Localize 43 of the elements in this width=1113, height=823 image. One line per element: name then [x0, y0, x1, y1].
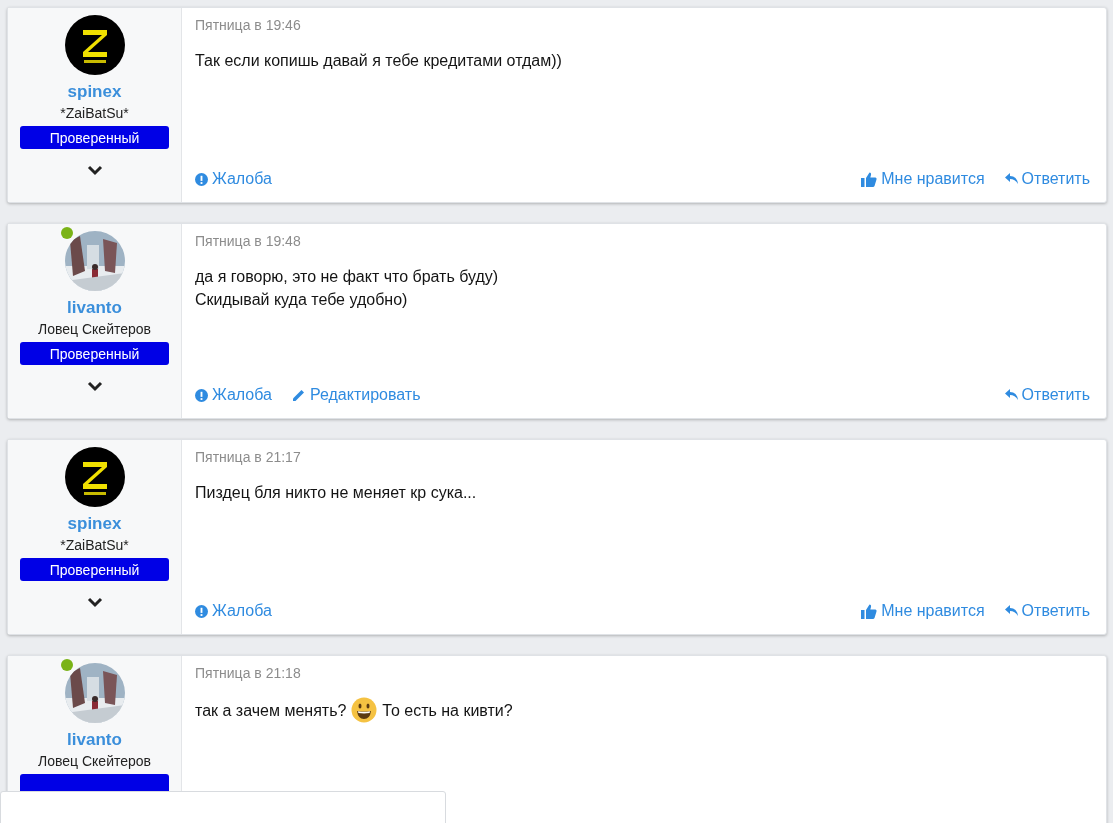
like-link[interactable]: Мне нравится: [861, 602, 985, 620]
author-name[interactable]: spinex: [67, 82, 122, 102]
chevron-down-icon[interactable]: [86, 165, 103, 176]
verified-badge: Проверенный: [20, 558, 169, 581]
author-title: Ловец Скейтеров: [38, 321, 151, 337]
verified-badge: Проверенный: [20, 126, 169, 149]
thumbs-up-icon: [861, 603, 878, 619]
message-text: Скидывай куда тебе удобно): [195, 290, 408, 310]
post-date: Пятница в 19:48: [195, 233, 302, 249]
reply-link[interactable]: Ответить: [1004, 386, 1090, 404]
message-text: Так если копишь давай я тебе кредитами отдам)): [195, 51, 562, 71]
reply-icon: [1004, 173, 1018, 185]
message-text: Пиздец бля никто не меняет кр сука...: [195, 483, 477, 503]
author-title: *ZaiBatSu*: [60, 537, 129, 553]
author-title: Ловец Скейтеров: [38, 753, 151, 769]
pencil-icon: [291, 388, 306, 402]
grinning-face-icon: [351, 697, 378, 723]
post-date: Пятница в 19:46: [195, 17, 302, 33]
alert-icon: [195, 172, 208, 186]
verified-badge: Проверенный: [20, 342, 169, 365]
message-text: То есть на кивти?: [382, 700, 513, 721]
reply-link[interactable]: Ответить: [1004, 170, 1090, 188]
author-name[interactable]: spinex: [67, 514, 122, 534]
report-link[interactable]: Жалоба: [195, 170, 272, 188]
chevron-down-icon[interactable]: [86, 381, 103, 392]
reply-icon: [1004, 389, 1018, 401]
author-name[interactable]: livanto: [67, 298, 122, 318]
alert-icon: [195, 388, 208, 402]
reply-icon: [1004, 605, 1018, 617]
message-text: да я говорю, это не факт что брать буду): [195, 267, 499, 287]
author-name[interactable]: livanto: [67, 730, 122, 750]
post-date: Пятница в 21:18: [195, 665, 302, 681]
message-text: так а зачем менять?: [195, 700, 347, 721]
like-link[interactable]: Мне нравится: [861, 170, 985, 188]
thumbs-up-icon: [861, 171, 878, 187]
author-title: *ZaiBatSu*: [60, 105, 129, 121]
report-link[interactable]: Жалоба: [195, 602, 272, 620]
alert-icon: [195, 604, 208, 618]
post-date: Пятница в 21:17: [195, 449, 302, 465]
reply-link[interactable]: Ответить: [1004, 602, 1090, 620]
edit-link[interactable]: Редактировать: [291, 386, 421, 404]
chevron-down-icon[interactable]: [86, 597, 103, 608]
report-link[interactable]: Жалоба: [195, 386, 272, 404]
